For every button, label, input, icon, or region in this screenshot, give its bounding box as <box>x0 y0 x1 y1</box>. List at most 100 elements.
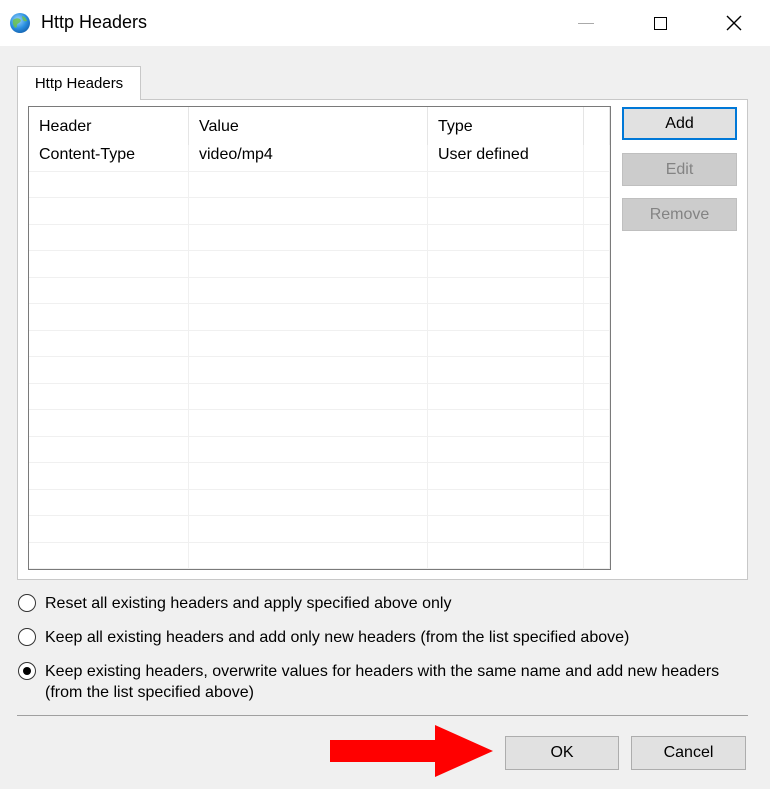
option-reset-label: Reset all existing headers and apply spe… <box>45 595 452 612</box>
empty-cell <box>29 277 189 304</box>
empty-cell <box>29 357 189 384</box>
column-header-header[interactable]: Header <box>29 107 189 145</box>
empty-cell <box>29 383 189 410</box>
remove-button[interactable]: Remove <box>622 198 737 231</box>
empty-cell <box>29 542 189 569</box>
window-title: Http Headers <box>41 12 148 32</box>
empty-cell <box>584 463 610 490</box>
empty-cell <box>584 516 610 543</box>
empty-row <box>29 277 610 304</box>
empty-cell <box>189 489 428 516</box>
right-arrow-icon <box>330 725 493 777</box>
empty-cell <box>584 277 610 304</box>
empty-cell <box>584 383 610 410</box>
empty-cell <box>189 224 428 251</box>
add-button[interactable]: Add <box>622 107 737 140</box>
empty-cell <box>189 516 428 543</box>
empty-cell <box>584 198 610 225</box>
empty-cell <box>189 463 428 490</box>
option-reset-headers[interactable]: Reset all existing headers and apply spe… <box>18 593 725 614</box>
empty-cell <box>428 410 584 437</box>
tab-http-headers[interactable]: Http Headers <box>17 66 141 100</box>
empty-cell <box>584 171 610 198</box>
empty-cell <box>29 330 189 357</box>
empty-cell <box>29 198 189 225</box>
column-header-type[interactable]: Type <box>428 107 584 145</box>
minimize-icon <box>578 22 594 24</box>
empty-cell <box>189 410 428 437</box>
empty-cell <box>189 171 428 198</box>
cell-value: video/mp4 <box>189 145 428 172</box>
cell-header: Content-Type <box>29 145 189 172</box>
globe-icon <box>10 13 30 33</box>
empty-cell <box>189 383 428 410</box>
empty-row <box>29 542 610 569</box>
option-overwrite-headers[interactable]: Keep existing headers, overwrite values … <box>18 661 725 703</box>
close-button[interactable] <box>704 0 764 46</box>
empty-cell <box>29 224 189 251</box>
headers-list[interactable]: Header Value Type Content-Type video/mp4… <box>28 106 611 570</box>
empty-row <box>29 357 610 384</box>
empty-cell <box>428 489 584 516</box>
title-bar: Http Headers <box>0 0 770 46</box>
option-overwrite-label: Keep existing headers, overwrite values … <box>45 663 720 701</box>
empty-cell <box>584 569 610 570</box>
empty-cell <box>584 489 610 516</box>
empty-row <box>29 383 610 410</box>
empty-cell <box>584 251 610 278</box>
cancel-button[interactable]: Cancel <box>631 736 746 770</box>
table-row[interactable]: Content-Type video/mp4 User defined <box>29 145 610 172</box>
maximize-icon <box>653 16 667 30</box>
empty-cell <box>29 516 189 543</box>
empty-row <box>29 463 610 490</box>
empty-cell <box>584 436 610 463</box>
empty-row <box>29 251 610 278</box>
minimize-button[interactable] <box>556 0 616 46</box>
close-icon <box>726 15 742 31</box>
radio-reset-headers[interactable] <box>18 594 36 612</box>
ok-button[interactable]: OK <box>505 736 619 770</box>
list-rows: Content-Type video/mp4 User defined <box>29 145 611 570</box>
empty-row <box>29 516 610 543</box>
cell-type: User defined <box>428 145 584 172</box>
empty-cell <box>428 516 584 543</box>
empty-cell <box>428 224 584 251</box>
radio-overwrite-headers[interactable] <box>18 662 36 680</box>
empty-cell <box>428 569 584 570</box>
empty-cell <box>584 357 610 384</box>
option-keep-all-headers[interactable]: Keep all existing headers and add only n… <box>18 627 725 648</box>
column-header-value[interactable]: Value <box>189 107 428 145</box>
empty-cell <box>189 357 428 384</box>
empty-cell <box>428 277 584 304</box>
empty-row <box>29 436 610 463</box>
empty-cell <box>428 436 584 463</box>
radio-keep-all-headers[interactable] <box>18 628 36 646</box>
edit-button[interactable]: Edit <box>622 153 737 186</box>
empty-cell <box>189 436 428 463</box>
empty-cell <box>29 569 189 570</box>
empty-cell <box>29 304 189 331</box>
empty-cell <box>428 198 584 225</box>
empty-cell <box>428 251 584 278</box>
empty-row <box>29 198 610 225</box>
empty-cell <box>29 436 189 463</box>
empty-row <box>29 304 610 331</box>
empty-cell <box>189 277 428 304</box>
empty-cell <box>29 251 189 278</box>
empty-cell <box>428 357 584 384</box>
empty-cell <box>428 330 584 357</box>
empty-cell <box>584 304 610 331</box>
empty-cell <box>189 251 428 278</box>
empty-cell <box>584 542 610 569</box>
empty-cell <box>29 410 189 437</box>
empty-cell <box>428 542 584 569</box>
footer-separator <box>17 715 748 716</box>
empty-cell <box>584 224 610 251</box>
empty-cell <box>189 542 428 569</box>
option-keep-all-label: Keep all existing headers and add only n… <box>45 629 630 646</box>
empty-cell <box>428 383 584 410</box>
empty-row <box>29 569 611 570</box>
empty-cell <box>428 463 584 490</box>
empty-row <box>29 410 610 437</box>
maximize-button[interactable] <box>630 0 690 46</box>
